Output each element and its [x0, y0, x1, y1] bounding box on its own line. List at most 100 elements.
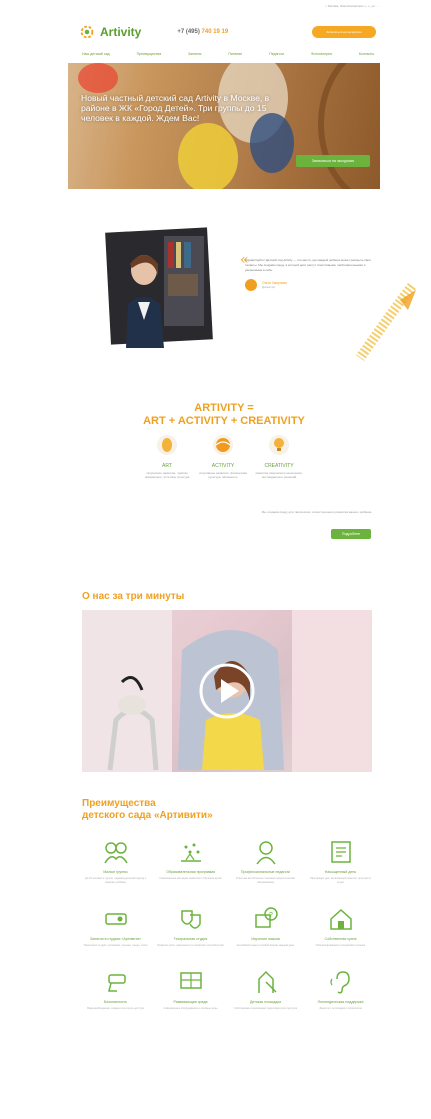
hero-headline: Новый частный детский сад Artivity в Мос…: [81, 93, 270, 123]
phone[interactable]: +7 (495) 740 19 19: [177, 29, 228, 35]
advantage-desc: Современные методики развития и обучения…: [159, 877, 222, 880]
landing-page: г. Москва, Жилой комплекс «...», ул. ...…: [0, 0, 431, 1119]
advantage-desc: Собственная огороженная территория для п…: [233, 1007, 298, 1010]
ball-icon: [213, 435, 233, 455]
triad-art: ART творческое развитие, чувство прекрас…: [143, 435, 191, 479]
quote-text: Здравствуйте! Детский сад Artivity — это…: [245, 258, 371, 272]
playground-icon: [257, 970, 277, 993]
advantages-grid: Малые группы До 15 человек в группе, инд…: [82, 838, 374, 1011]
brand-formula-line2: ART + ACTIVITY + CREATIVITY: [143, 415, 305, 427]
english-icon: ?: [254, 907, 278, 928]
nav-item-contacts[interactable]: Контакты: [359, 52, 374, 56]
nav-item-gallery[interactable]: Фотогалерея: [311, 52, 332, 56]
advantage-name: Занятия в студиях «Артивити»: [89, 937, 142, 941]
advantage-name: Профессиональные педагоги: [240, 870, 291, 874]
advantage-item: Насыщенный день Распорядок дня, включающ…: [307, 838, 374, 885]
rocket-doodle-icon: [355, 282, 416, 361]
advantage-item: Театральная студия Развитие речи, уверен…: [157, 905, 224, 948]
nav-item-teachers[interactable]: Педагоги: [269, 52, 284, 56]
kids-icon: [103, 842, 128, 864]
triad-desc: творческое развитие, чувство прекрасного…: [144, 471, 190, 479]
nav-item-kindergarten[interactable]: Наш детский сад: [82, 52, 110, 56]
hero-tour-button[interactable]: Записаться на экскурсию: [296, 155, 370, 167]
advantage-desc: Английский язык в игровой форме каждый д…: [236, 944, 295, 947]
lightbulb-icon: [269, 435, 289, 455]
advantage-desc: Опытные воспитатели с высшим педагогичес…: [235, 877, 296, 884]
palette-icon: [157, 435, 177, 455]
projector-icon: [104, 913, 127, 925]
advantage-desc: Современное оборудование и игровые зоны: [163, 1007, 218, 1010]
video-section-title: О нас за три минуты: [82, 591, 185, 602]
advantage-name: Малые группы: [103, 870, 128, 874]
logo-icon: [80, 25, 94, 39]
about-video[interactable]: [82, 610, 372, 772]
triad-creativity: CREATIVITY развитие творческого мышления…: [255, 435, 303, 479]
nav-item-advantages[interactable]: Преимущества: [137, 52, 161, 56]
advantage-item: Развивающая среда Современное оборудован…: [157, 968, 224, 1011]
triad-desc: спортивное развитие, физическая культура…: [199, 471, 247, 479]
advantage-desc: Распорядок дня, включающий занятия, прог…: [310, 877, 371, 884]
author-role: Директор: [262, 285, 276, 289]
advantage-item: Детская площадка Собственная огороженная…: [232, 968, 299, 1011]
advantage-item: Собственная кухня Сбалансированное пятир…: [307, 905, 374, 948]
house-icon: [329, 908, 352, 930]
brand-triad: ART творческое развитие, чувство прекрас…: [143, 435, 303, 479]
planner-icon: [330, 841, 351, 863]
address-note: г. Москва, Жилой комплекс «...», ул. ...: [325, 4, 379, 8]
tour-signup-button[interactable]: Записаться на экскурсию: [312, 26, 376, 38]
triad-name: ACTIVITY: [211, 463, 235, 469]
author-avatar: [245, 279, 257, 291]
fireworks-icon: [180, 843, 201, 862]
hero-decoration: [78, 63, 118, 93]
triad-activity: ACTIVITY спортивное развитие, физическая…: [199, 435, 247, 479]
advantages-title-line2: детского сада «Артивити»: [82, 810, 213, 821]
logo-text: Artivity: [100, 25, 142, 39]
svg-text:?: ?: [269, 912, 273, 919]
phone-prefix: +7 (495): [177, 29, 200, 35]
theater-icon: [180, 910, 201, 929]
advantage-item: Логопедическая поддержка Занятия с логоп…: [307, 968, 374, 1011]
advantage-name: Детская площадка: [249, 1000, 282, 1004]
advantages-title-line1: Преимущества: [82, 798, 156, 809]
hero-decoration: [178, 123, 238, 189]
chalkboard-icon: [179, 972, 202, 989]
play-icon[interactable]: [198, 662, 256, 720]
brand-formula: ARTIVITY = ART + ACTIVITY + CREATIVITY: [68, 402, 380, 428]
advantage-desc: Видеонаблюдение, охрана и контроль досту…: [87, 1007, 144, 1010]
advantage-name: Театральная студия: [173, 937, 208, 941]
advantage-item: Безопасность Видеонаблюдение, охрана и к…: [82, 968, 149, 1011]
advantage-item: ? Изучение языков Английский язык в игро…: [232, 905, 299, 948]
advantage-desc: Сбалансированное пятиразовое питание: [315, 944, 366, 947]
advantage-name: Безопасность: [104, 1000, 127, 1004]
triad-name: CREATIVITY: [264, 463, 294, 469]
logo[interactable]: Artivity: [78, 23, 141, 41]
advantages-title: Преимущества детского сада «Артивити»: [82, 798, 213, 822]
advantage-name: Собственная кухня: [324, 937, 357, 941]
advantage-item: Образовательная программа Современные ме…: [157, 838, 224, 885]
triad-desc: развитие творческого мышления, нестандар…: [255, 471, 303, 479]
nav-item-classes[interactable]: Занятия: [188, 52, 201, 56]
brand-note: Мы создаём среду для творческого и всест…: [261, 510, 372, 514]
phone-number: 740 19 19: [201, 29, 229, 35]
director-photo: [105, 227, 213, 348]
advantage-name: Образовательная программа: [166, 870, 215, 874]
brand-formula-line1: ARTIVITY =: [194, 402, 254, 414]
advantage-name: Логопедическая поддержка: [317, 1000, 364, 1004]
camera-icon: [107, 974, 126, 992]
hero-banner: Новый частный детский сад Artivity в Мос…: [68, 63, 380, 189]
advantage-name: Изучение языков: [251, 937, 280, 941]
more-button[interactable]: Подробнее: [331, 529, 371, 539]
ear-icon: [329, 971, 350, 994]
hero-decoration: [318, 63, 380, 189]
triad-name: ART: [162, 463, 172, 469]
advantage-name: Насыщенный день: [324, 870, 357, 874]
advantage-item: Занятия в студиях «Артивити» Творческие …: [82, 905, 149, 948]
advantage-desc: До 15 человек в группе, индивидуальный п…: [85, 877, 146, 884]
advantage-item: Профессиональные педагоги Опытные воспит…: [232, 838, 299, 885]
teacher-icon: [255, 841, 276, 865]
advantage-desc: Занятия с логопедом и психологом: [319, 1007, 362, 1010]
header: Artivity +7 (495) 740 19 19 Записаться н…: [78, 22, 376, 42]
advantage-item: Малые группы До 15 человек в группе, инд…: [82, 838, 149, 885]
advantage-desc: Развитие речи, уверенности и актёрских с…: [157, 944, 224, 947]
nav-item-food[interactable]: Питание: [228, 52, 242, 56]
